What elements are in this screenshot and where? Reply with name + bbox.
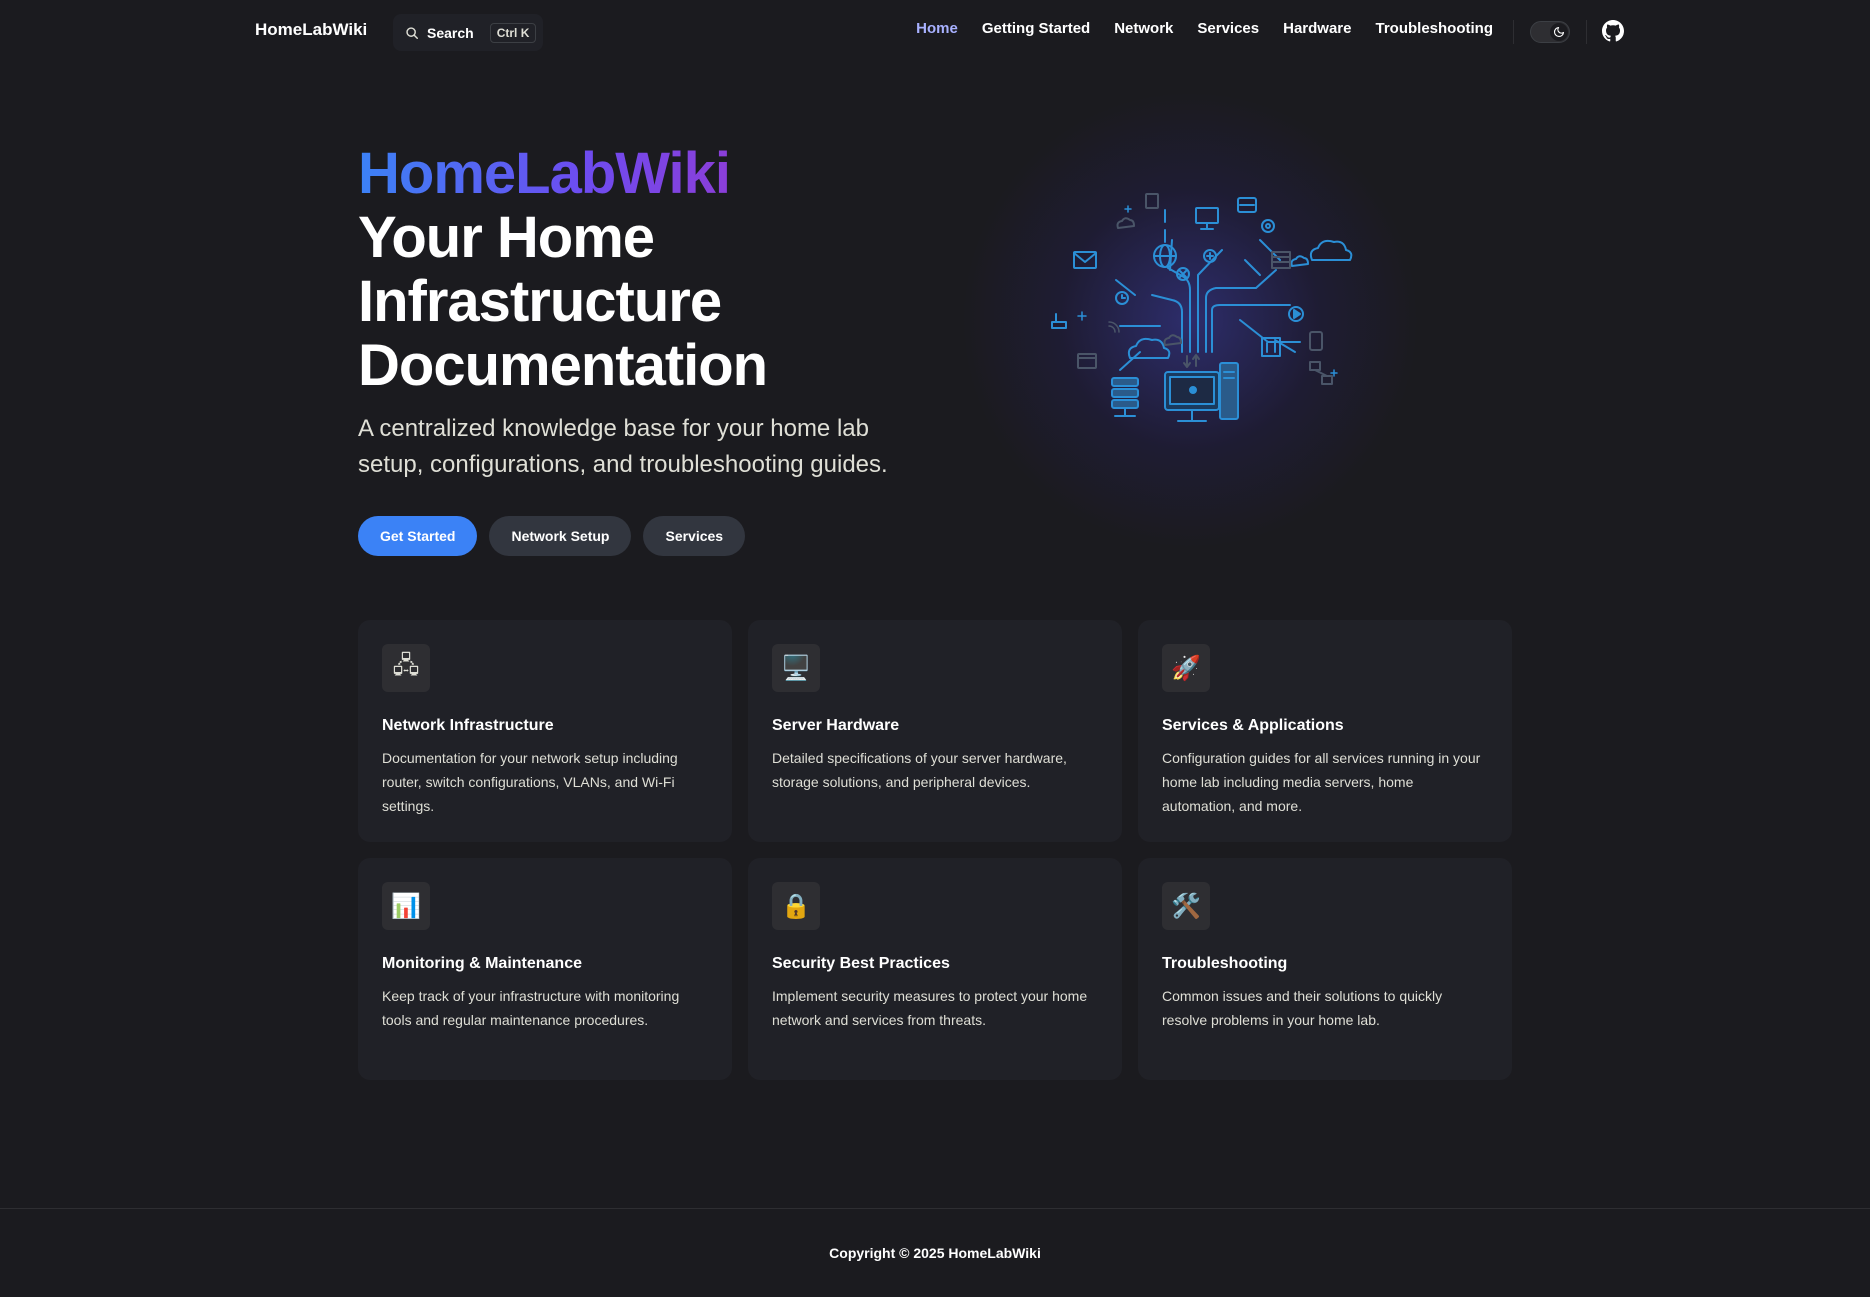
get-started-button[interactable]: Get Started: [358, 516, 478, 556]
feature-title: Services & Applications: [1162, 717, 1344, 734]
feature-details: Configuration guides for all services ru…: [1162, 750, 1481, 814]
footer: Copyright © 2025 HomeLabWiki: [0, 1208, 1870, 1297]
feature-title: Monitoring & Maintenance: [382, 955, 582, 972]
theme-toggle[interactable]: [1530, 21, 1570, 43]
features-grid: 🖧 Network Infrastructure Documentation f…: [358, 620, 1512, 1080]
nav-link-troubleshooting[interactable]: Troubleshooting: [1376, 20, 1494, 37]
search-label: Search: [427, 24, 474, 41]
tablet-icon: [1309, 331, 1323, 351]
nav-divider: [1586, 20, 1587, 44]
hero-tagline: A centralized knowledge base for your ho…: [358, 415, 888, 478]
nav-link-home[interactable]: Home: [916, 20, 958, 37]
feature-title: Server Hardware: [772, 717, 900, 734]
top-nav: HomeLabWiki Search Ctrl K Home Getting S…: [0, 0, 1870, 64]
mail-icon: [1073, 251, 1097, 269]
search-shortcut: Ctrl K: [489, 22, 537, 43]
globe-icon: [1153, 244, 1177, 268]
hero-heading: Your Home Infrastructure Documentation: [358, 205, 768, 398]
bar-chart-icon: 📊: [382, 882, 430, 930]
rocket-icon: 🚀: [1162, 644, 1210, 692]
desktop-computer-icon: [1164, 362, 1239, 422]
search-button[interactable]: Search Ctrl K: [393, 14, 543, 51]
feature-title: Network Infrastructure: [382, 717, 554, 734]
feature-title: Security Best Practices: [772, 955, 950, 972]
nav-divider: [1513, 20, 1514, 44]
router-icon: [1051, 313, 1067, 329]
feature-card-monitoring[interactable]: 📊 Monitoring & Maintenance Keep track of…: [358, 858, 732, 1080]
printer-icon: [1237, 197, 1257, 213]
feature-details: Documentation for your network setup inc…: [382, 750, 678, 814]
feature-card-troubleshooting[interactable]: 🛠️ Troubleshooting Common issues and the…: [1138, 858, 1512, 1080]
feature-card-security[interactable]: 🔒 Security Best Practices Implement secu…: [748, 858, 1122, 1080]
network-icon: 🖧: [382, 644, 430, 692]
feature-card-services[interactable]: 🚀 Services & Applications Configuration …: [1138, 620, 1512, 842]
nodes-icon: [1309, 361, 1333, 385]
nav-menu: Home Getting Started Network Services Ha…: [892, 20, 1493, 37]
window-icon: [1077, 353, 1097, 369]
feature-card-network[interactable]: 🖧 Network Infrastructure Documentation f…: [358, 620, 732, 842]
nav-link-hardware[interactable]: Hardware: [1283, 20, 1351, 37]
feature-details: Implement security measures to protect y…: [772, 988, 1088, 1028]
monitor-icon: [1195, 207, 1219, 230]
feature-title: Troubleshooting: [1162, 955, 1288, 972]
site-title[interactable]: HomeLabWiki: [255, 20, 367, 40]
network-setup-button[interactable]: Network Setup: [489, 516, 632, 556]
hero-actions: Get Started Network Setup Services: [358, 516, 746, 556]
hero-name: HomeLabWiki: [358, 141, 731, 206]
github-link[interactable]: [1602, 20, 1624, 42]
phone-icon: [1145, 193, 1159, 209]
feature-details: Common issues and their solutions to qui…: [1162, 988, 1443, 1028]
lock-icon: 🔒: [772, 882, 820, 930]
network-infrastructure-illustration: [1051, 193, 1353, 422]
desktop-computer-icon: 🖥️: [772, 644, 820, 692]
moon-icon: [1553, 26, 1565, 38]
nav-link-network[interactable]: Network: [1114, 20, 1173, 37]
cloud-icon: [1127, 337, 1171, 359]
search-icon: [406, 26, 418, 39]
services-button[interactable]: Services: [643, 516, 746, 556]
copyright: Copyright © 2025 HomeLabWiki: [829, 1245, 1041, 1261]
cloud-icon: [1309, 239, 1353, 261]
server-stack-icon: [1111, 377, 1139, 417]
toggle-knob: [1550, 23, 1568, 41]
nav-link-services[interactable]: Services: [1197, 20, 1259, 37]
feature-details: Detailed specifications of your server h…: [772, 750, 1067, 790]
feature-card-hardware[interactable]: 🖥️ Server Hardware Detailed specificatio…: [748, 620, 1122, 842]
feature-details: Keep track of your infrastructure with m…: [382, 988, 680, 1028]
nav-link-getting-started[interactable]: Getting Started: [982, 20, 1090, 37]
github-icon: [1602, 20, 1624, 42]
tools-icon: 🛠️: [1162, 882, 1210, 930]
